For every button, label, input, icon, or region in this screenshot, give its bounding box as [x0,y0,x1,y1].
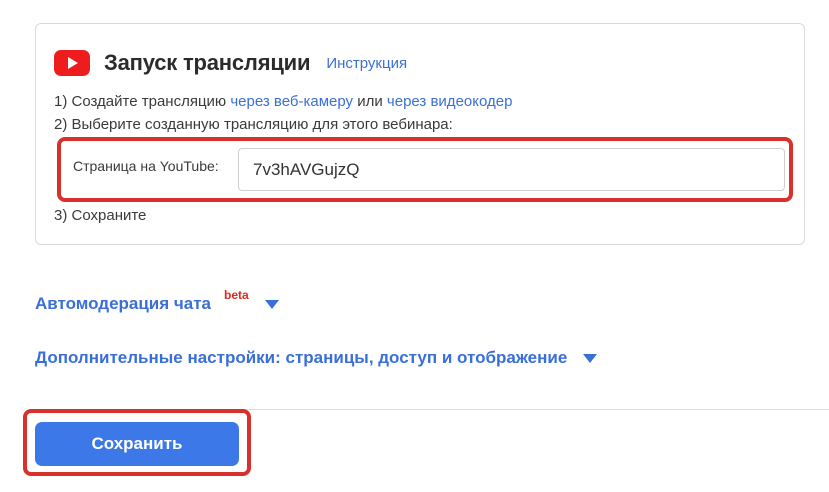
youtube-field-label: Страница на YouTube: [73,158,219,174]
chevron-down-icon [583,353,598,363]
youtube-icon [54,50,90,76]
step-1-text: 1) Создайте трансляцию [54,93,231,110]
broadcast-card: Запуск трансляции Инструкция 1) Создайте… [35,23,805,245]
broadcast-header: Запуск трансляции Инструкция [54,50,407,76]
save-highlight: Сохранить [23,409,251,476]
extra-settings-label: Дополнительные настройки: страницы, дост… [35,348,568,367]
step-2: 2) Выберите созданную трансляцию для это… [54,116,453,133]
youtube-field-row: Страница на YouTube: [57,137,793,202]
page: Запуск трансляции Инструкция 1) Создайте… [0,0,829,492]
broadcast-title: Запуск трансляции [104,50,311,75]
step-1-or: или [353,93,387,110]
extra-settings-toggle[interactable]: Дополнительные настройки: страницы, дост… [35,348,598,368]
save-button[interactable]: Сохранить [35,422,239,466]
chat-moderation-toggle[interactable]: Автомодерация чата beta [35,288,279,314]
chevron-down-icon [264,299,279,309]
step-3: 3) Сохраните [54,207,147,224]
encoder-link[interactable]: через видеокодер [387,93,513,110]
youtube-page-input[interactable] [238,148,785,191]
instruction-link[interactable]: Инструкция [326,55,407,72]
step-1: 1) Создайте трансляцию через веб-камеру … [54,93,512,110]
webcam-link[interactable]: через веб-камеру [230,93,353,110]
beta-badge: beta [224,288,249,302]
chat-moderation-label: Автомодерация чата [35,294,212,313]
